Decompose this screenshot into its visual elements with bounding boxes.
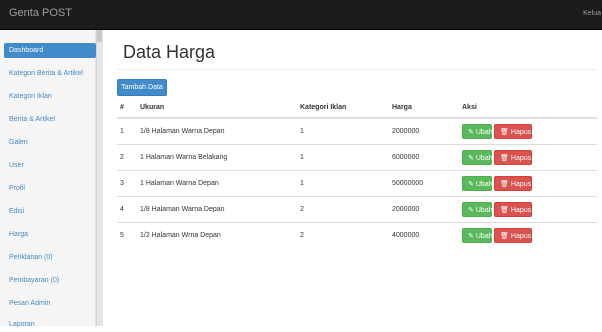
delete-button[interactable]: 🗑 Hapus — [494, 201, 532, 217]
sidebar-item-pembayaran[interactable]: Pembayaran (0) — [4, 273, 96, 288]
row-harga: 4000000 — [389, 221, 459, 248]
title-divider — [117, 69, 597, 70]
edit-button[interactable]: ✎ Ubah — [462, 201, 493, 217]
row-number: 1 — [117, 117, 137, 144]
sidebar-item-profil[interactable]: Profil — [4, 181, 96, 196]
sidebar-item-laporan[interactable]: Laporan — [4, 317, 96, 332]
row-kategori: 1 — [297, 143, 389, 170]
trash-icon: 🗑 — [500, 154, 509, 162]
delete-button[interactable]: 🗑 Hapus — [494, 149, 532, 165]
sidebar-item-dashboard[interactable]: Dashboard — [4, 43, 96, 58]
column-header-number: # — [117, 98, 137, 119]
page-title: Data Harga — [123, 42, 216, 62]
edit-button[interactable]: ✎ Ubah — [462, 227, 493, 243]
trash-icon: 🗑 — [500, 128, 509, 136]
trash-icon: 🗑 — [500, 206, 509, 214]
column-header-kategori: Kategori Iklan — [297, 98, 389, 119]
sidebar-item-berita[interactable]: Berita & Artikel — [4, 112, 96, 127]
row-ukuran: 1 Halaman Warna Belakang — [137, 143, 297, 170]
brand-link[interactable]: Genta POST — [9, 7, 72, 19]
row-harga: 2000000 — [389, 195, 459, 222]
table-header-row: # Ukuran Kategori Iklan Harga Aksi — [117, 98, 597, 119]
sidebar-scrollbar-thumb[interactable] — [97, 30, 102, 42]
row-ukuran: 1/8 Halaman Warna Depan — [137, 195, 297, 222]
sidebar-item-pesan-admin[interactable]: Pesan Admin — [4, 296, 96, 311]
sidebar-item-kategori-iklan[interactable]: Kategori Iklan — [4, 89, 96, 104]
column-header-aksi: Aksi — [459, 98, 597, 119]
edit-label: Ubah — [475, 180, 493, 188]
price-table: # Ukuran Kategori Iklan Harga Aksi 1 1/8… — [117, 98, 597, 248]
row-actions: ✎ Ubah 🗑 Hapus — [459, 143, 597, 170]
edit-button[interactable]: ✎ Ubah — [462, 149, 493, 165]
sidebar-item-harga[interactable]: Harga — [4, 227, 96, 242]
delete-label: Hapus — [510, 180, 532, 188]
delete-button[interactable]: 🗑 Hapus — [494, 175, 532, 191]
row-ukuran: 1 Halaman Warna Depan — [137, 169, 297, 196]
pencil-icon: ✎ — [468, 180, 474, 188]
row-kategori: 2 — [297, 221, 389, 248]
edit-label: Ubah — [475, 232, 493, 240]
row-actions: ✎ Ubah 🗑 Hapus — [459, 169, 597, 196]
edit-label: Ubah — [475, 128, 493, 136]
table-row: 3 1 Halaman Warna Depan 1 50000000 ✎ Ubah… — [117, 169, 597, 196]
row-kategori: 1 — [297, 117, 389, 144]
sidebar: Dashboard Kategori Berita & Artikel Kate… — [0, 30, 96, 328]
logout-link[interactable]: Kelua — [583, 10, 601, 17]
edit-label: Ubah — [475, 206, 493, 214]
edit-button[interactable]: ✎ Ubah — [462, 123, 493, 139]
table-row: 1 1/8 Halaman Warna Depan 1 2000000 ✎ Uba… — [117, 117, 597, 144]
sidebar-item-user[interactable]: User — [4, 158, 96, 173]
pencil-icon: ✎ — [468, 206, 474, 214]
sidebar-item-edisi[interactable]: Edisi — [4, 204, 96, 219]
trash-icon: 🗑 — [500, 180, 509, 188]
pencil-icon: ✎ — [468, 232, 474, 240]
edit-button[interactable]: ✎ Ubah — [462, 175, 493, 191]
row-actions: ✎ Ubah 🗑 Hapus — [459, 195, 597, 222]
delete-label: Hapus — [510, 206, 532, 214]
row-kategori: 2 — [297, 195, 389, 222]
row-number: 2 — [117, 143, 137, 170]
top-navbar: Genta POST Kelua — [0, 0, 602, 30]
sidebar-scrollbar[interactable] — [96, 30, 103, 326]
pencil-icon: ✎ — [468, 154, 474, 162]
row-number: 4 — [117, 195, 137, 222]
row-number: 5 — [117, 221, 137, 248]
sidebar-item-periklanan[interactable]: Periklanan (0) — [4, 250, 96, 265]
add-data-button[interactable]: Tambah Data — [117, 79, 167, 96]
column-header-harga: Harga — [389, 98, 459, 119]
row-kategori: 1 — [297, 169, 389, 196]
delete-button[interactable]: 🗑 Hapus — [494, 123, 532, 139]
pencil-icon: ✎ — [468, 128, 474, 136]
row-number: 3 — [117, 169, 137, 196]
row-harga: 2000000 — [389, 117, 459, 144]
row-actions: ✎ Ubah 🗑 Hapus — [459, 221, 597, 248]
table-row: 2 1 Halaman Warna Belakang 1 6000000 ✎ Ub… — [117, 143, 597, 170]
table-row: 5 1/2 Halaman Wrna Depan 2 4000000 ✎ Ubah… — [117, 221, 597, 248]
delete-button[interactable]: 🗑 Hapus — [494, 227, 532, 243]
trash-icon: 🗑 — [500, 232, 509, 240]
row-harga: 50000000 — [389, 169, 459, 196]
row-ukuran: 1/8 Halaman Warna Depan — [137, 117, 297, 144]
row-actions: ✎ Ubah 🗑 Hapus — [459, 117, 597, 144]
sidebar-item-galeri[interactable]: Galeri — [4, 135, 96, 150]
main-content: Data Harga Tambah Data # Ukuran Kategori… — [112, 30, 602, 326]
delete-label: Hapus — [510, 128, 532, 136]
delete-label: Hapus — [510, 232, 532, 240]
row-harga: 6000000 — [389, 143, 459, 170]
table-row: 4 1/8 Halaman Warna Depan 2 2000000 ✎ Uba… — [117, 195, 597, 222]
edit-label: Ubah — [475, 154, 493, 162]
sidebar-item-kategori-berita[interactable]: Kategori Berita & Artikel — [4, 66, 96, 81]
delete-label: Hapus — [510, 154, 532, 162]
column-header-ukuran: Ukuran — [137, 98, 297, 119]
row-ukuran: 1/2 Halaman Wrna Depan — [137, 221, 297, 248]
